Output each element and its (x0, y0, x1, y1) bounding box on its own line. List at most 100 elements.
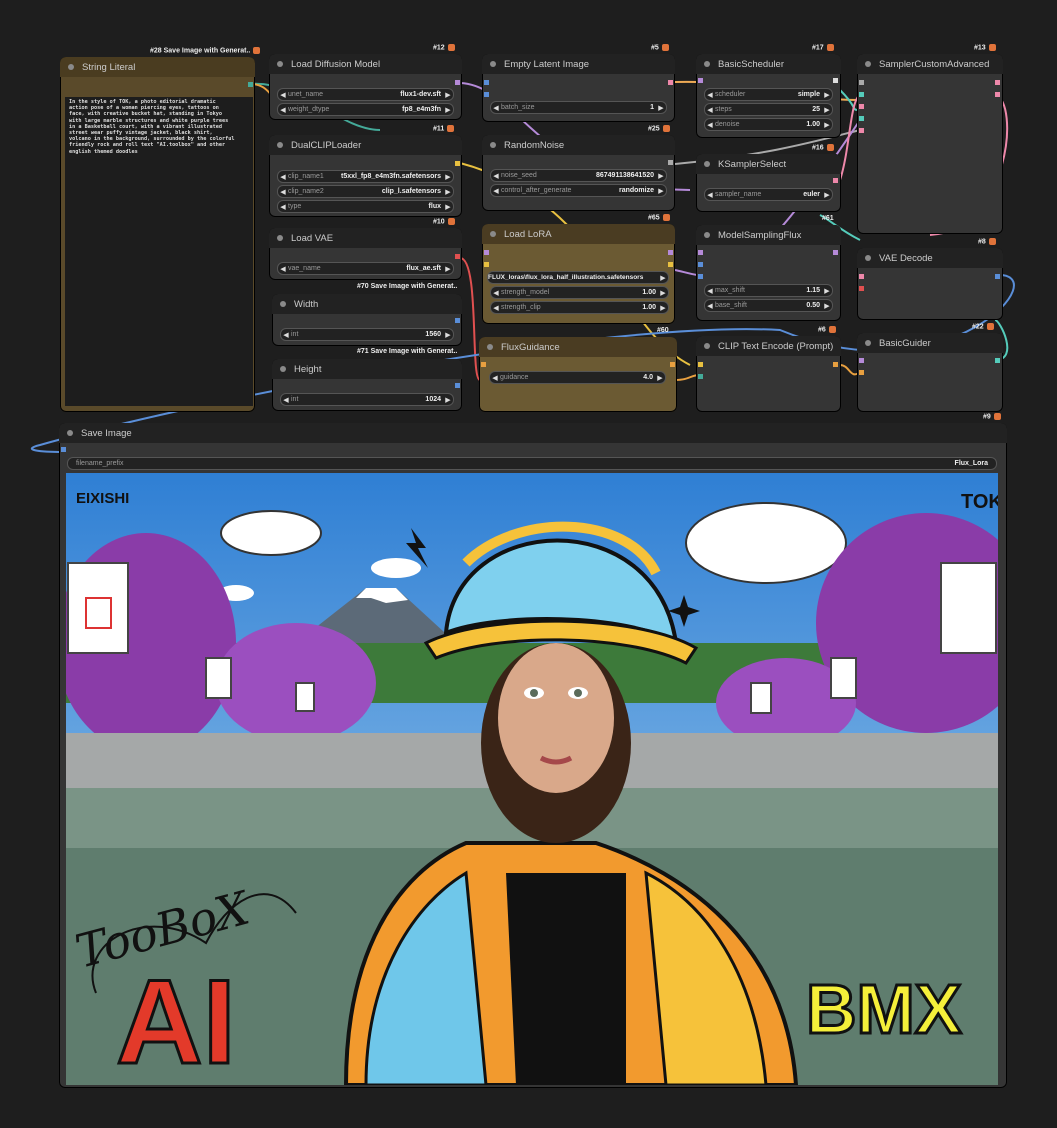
output-port[interactable] (668, 80, 673, 85)
output-port[interactable] (833, 250, 838, 255)
input-port[interactable] (859, 116, 864, 121)
collapse-dot[interactable] (487, 344, 493, 350)
vae-name-widget[interactable]: ◀ vae_name flux_ae.sft ▶ (277, 262, 454, 275)
input-port[interactable] (859, 104, 864, 109)
empty-latent-image-node[interactable]: Empty Latent Image ◀ batch_size 1 ▶ (482, 54, 675, 122)
input-port[interactable] (484, 262, 489, 267)
input-port[interactable] (859, 92, 864, 97)
input-port[interactable] (698, 374, 703, 379)
right-arrow-icon[interactable]: ▶ (443, 203, 453, 211)
input-port[interactable] (859, 286, 864, 291)
left-arrow-icon[interactable]: ◀ (705, 106, 715, 114)
right-arrow-icon[interactable]: ▶ (658, 304, 668, 312)
input-port[interactable] (859, 80, 864, 85)
left-arrow-icon[interactable]: ◀ (705, 191, 715, 199)
right-arrow-icon[interactable]: ▶ (443, 173, 453, 181)
left-arrow-icon[interactable]: ◀ (278, 91, 288, 99)
load-vae-node[interactable]: Load VAE ◀ vae_name flux_ae.sft ▶ (269, 228, 462, 280)
input-port[interactable] (484, 250, 489, 255)
basicscheduler-node[interactable]: BasicScheduler ◀ scheduler simple ▶ ◀ steps 2… (696, 54, 841, 138)
output-port[interactable] (833, 78, 838, 83)
output-port[interactable] (833, 362, 838, 367)
string-literal-node[interactable]: String Literal In the style of TOK, a ph… (60, 57, 255, 412)
weight-dtype-widget[interactable]: ◀ weight_dtype fp8_e4m3fn ▶ (277, 103, 454, 116)
input-port[interactable] (484, 92, 489, 97)
clip-name2-widget[interactable]: ◀ clip_name2 clip_l.safetensors ▶ (277, 185, 454, 198)
collapse-dot[interactable] (277, 61, 283, 67)
basicguider-node[interactable]: BasicGuider (857, 333, 1003, 412)
collapse-dot[interactable] (490, 231, 496, 237)
right-arrow-icon[interactable]: ▶ (822, 302, 832, 310)
height-node[interactable]: Height ◀ int 1024 ▶ (272, 359, 462, 411)
right-arrow-icon[interactable]: ▶ (658, 289, 668, 297)
output-port[interactable] (455, 80, 460, 85)
left-arrow-icon[interactable]: ◀ (705, 121, 715, 129)
collapse-dot[interactable] (490, 61, 496, 67)
output-port[interactable] (833, 178, 838, 183)
right-arrow-icon[interactable]: ▶ (822, 287, 832, 295)
left-arrow-icon[interactable]: ◀ (281, 331, 291, 339)
batch-size-widget[interactable]: ◀ batch_size 1 ▶ (490, 101, 667, 114)
left-arrow-icon[interactable]: ◀ (281, 396, 291, 404)
right-arrow-icon[interactable]: ▶ (443, 91, 453, 99)
load-lora-node[interactable]: Load LoRA FLUX_loras\flux_lora_half_illu… (482, 224, 675, 324)
scheduler-widget[interactable]: ◀ scheduler simple ▶ (704, 88, 833, 101)
collapse-dot[interactable] (865, 340, 871, 346)
base-shift-widget[interactable]: ◀ base_shift 0.50 ▶ (704, 299, 833, 312)
right-arrow-icon[interactable]: ▶ (443, 265, 453, 273)
collapse-dot[interactable] (277, 235, 283, 241)
left-arrow-icon[interactable]: ◀ (705, 287, 715, 295)
input-port[interactable] (484, 80, 489, 85)
left-arrow-icon[interactable]: ◀ (278, 265, 288, 273)
strength-clip-widget[interactable]: ◀ strength_clip 1.00 ▶ (490, 301, 669, 314)
node-canvas[interactable]: #28 Save Image with Generat.. String Lit… (0, 0, 1057, 1128)
output-port[interactable] (995, 92, 1000, 97)
collapse-dot[interactable] (704, 61, 710, 67)
input-port[interactable] (859, 128, 864, 133)
left-arrow-icon[interactable]: ◀ (491, 172, 501, 180)
input-port[interactable] (859, 358, 864, 363)
output-port[interactable] (455, 254, 460, 259)
right-arrow-icon[interactable]: ▶ (822, 121, 832, 129)
modelsamplingflux-node[interactable]: ModelSamplingFlux ◀ max_shift 1.15 ▶ ◀ base_… (696, 225, 841, 321)
vae-decode-node[interactable]: VAE Decode (857, 248, 1003, 320)
strength-model-widget[interactable]: ◀ strength_model 1.00 ▶ (490, 286, 669, 299)
collapse-dot[interactable] (704, 232, 710, 238)
samplercustomadvanced-node[interactable]: SamplerCustomAdvanced (857, 54, 1003, 234)
left-arrow-icon[interactable]: ◀ (490, 374, 500, 382)
right-arrow-icon[interactable]: ▶ (822, 91, 832, 99)
lora-name-widget[interactable]: FLUX_loras\flux_lora_half_illustration.s… (487, 271, 669, 284)
left-arrow-icon[interactable]: ◀ (278, 188, 288, 196)
randomnoise-node[interactable]: RandomNoise ◀ noise_seed 867491138641520 ▶ … (482, 135, 675, 211)
left-arrow-icon[interactable]: ◀ (278, 173, 288, 181)
collapse-dot[interactable] (68, 64, 74, 70)
max-shift-widget[interactable]: ◀ max_shift 1.15 ▶ (704, 284, 833, 297)
left-arrow-icon[interactable]: ◀ (705, 91, 715, 99)
collapse-dot[interactable] (490, 142, 496, 148)
output-port[interactable] (455, 161, 460, 166)
left-arrow-icon[interactable]: ◀ (278, 203, 288, 211)
input-port[interactable] (481, 362, 486, 367)
output-port[interactable] (995, 80, 1000, 85)
left-arrow-icon[interactable]: ◀ (705, 302, 715, 310)
collapse-dot[interactable] (280, 366, 286, 372)
load-diffusion-model-node[interactable]: Load Diffusion Model ◀ unet_name flux1-dev… (269, 54, 462, 120)
width-node[interactable]: Width ◀ int 1560 ▶ (272, 294, 462, 346)
steps-widget[interactable]: ◀ steps 25 ▶ (704, 103, 833, 116)
prompt-textarea[interactable]: In the style of TOK, a photo editorial d… (65, 97, 253, 406)
input-port[interactable] (698, 78, 703, 83)
input-port[interactable] (698, 362, 703, 367)
input-port[interactable] (61, 447, 66, 452)
unet-name-widget[interactable]: ◀ unet_name flux1-dev.sft ▶ (277, 88, 454, 101)
clip-text-encode-node[interactable]: CLIP Text Encode (Prompt) (696, 336, 841, 412)
clip-name1-widget[interactable]: ◀ clip_name1 t5xxl_fp8_e4m3fn.safetensors ▶ (277, 170, 454, 183)
input-port[interactable] (698, 274, 703, 279)
left-arrow-icon[interactable]: ◀ (491, 104, 501, 112)
save-image-node[interactable]: Save Image filename_prefix Flux_Lora EIX… (59, 423, 1007, 1088)
right-arrow-icon[interactable]: ▶ (443, 396, 453, 404)
output-port[interactable] (670, 362, 675, 367)
collapse-dot[interactable] (704, 343, 710, 349)
collapse-dot[interactable] (704, 161, 710, 167)
sampler-name-widget[interactable]: ◀ sampler_name euler ▶ (704, 188, 833, 201)
filename-prefix-widget[interactable]: filename_prefix Flux_Lora (67, 457, 997, 470)
